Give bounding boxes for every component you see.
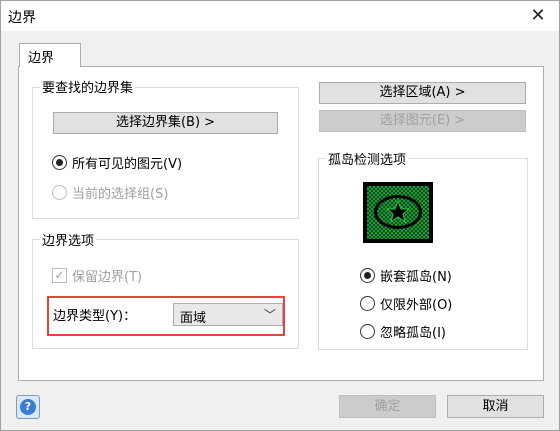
- help-icon[interactable]: ?: [16, 395, 40, 419]
- radio-button[interactable]: [360, 296, 375, 311]
- radio-ignore-island[interactable]: 忽略孤岛(I): [360, 322, 446, 341]
- keep-boundary-label: 保留边界(T): [72, 270, 143, 285]
- select-boundary-set-button[interactable]: 选择边界集(B) >: [53, 112, 278, 134]
- radio-button[interactable]: [360, 324, 375, 339]
- boundary-options-group-title: 边界选项: [40, 230, 97, 249]
- island-detection-group-title: 孤岛检测选项: [326, 149, 409, 168]
- window-title: 边界: [8, 10, 36, 26]
- boundary-dialog: 边界 ✕ 边界 要查找的边界集 选择边界集(B) > 所有可见的图元(V) 当前…: [0, 0, 560, 431]
- radio-current-selection: 当前的选择组(S): [52, 183, 168, 202]
- tab-boundary[interactable]: 边界: [19, 43, 81, 67]
- close-icon[interactable]: ✕: [527, 5, 549, 27]
- radio-label: 嵌套孤岛(N): [380, 270, 452, 285]
- check-icon: ✓: [52, 268, 67, 283]
- select-area-button[interactable]: 选择区域(A) >: [319, 82, 526, 104]
- radio-nested-island[interactable]: 嵌套孤岛(N): [360, 266, 452, 285]
- ok-button: 确定: [339, 395, 436, 418]
- radio-label: 忽略孤岛(I): [380, 326, 446, 341]
- radio-button[interactable]: [360, 268, 375, 283]
- radio-all-visible[interactable]: 所有可见的图元(V): [52, 153, 182, 172]
- radio-label: 仅限外部(O): [380, 298, 453, 313]
- radio-button[interactable]: [52, 155, 67, 170]
- radio-label: 所有可见的图元(V): [72, 157, 183, 172]
- boundary-type-select[interactable]: 面域 ﹀: [173, 303, 283, 326]
- radio-label: 当前的选择组(S): [72, 187, 169, 202]
- chevron-down-icon: ﹀: [263, 308, 276, 322]
- title-bar: 边界 ✕: [1, 1, 559, 31]
- radio-outer-only[interactable]: 仅限外部(O): [360, 294, 452, 313]
- radio-button: [52, 185, 67, 200]
- boundary-set-group-title: 要查找的边界集: [40, 77, 136, 96]
- cancel-button[interactable]: 取消: [447, 395, 544, 418]
- select-primitive-button: 选择图元(E) >: [319, 110, 526, 132]
- boundary-type-label: 边界类型(Y)：: [53, 309, 137, 324]
- boundary-type-value: 面域: [180, 311, 207, 326]
- keep-boundary-checkbox: ✓ 保留边界(T): [52, 266, 142, 285]
- island-preview-icon: [363, 182, 433, 243]
